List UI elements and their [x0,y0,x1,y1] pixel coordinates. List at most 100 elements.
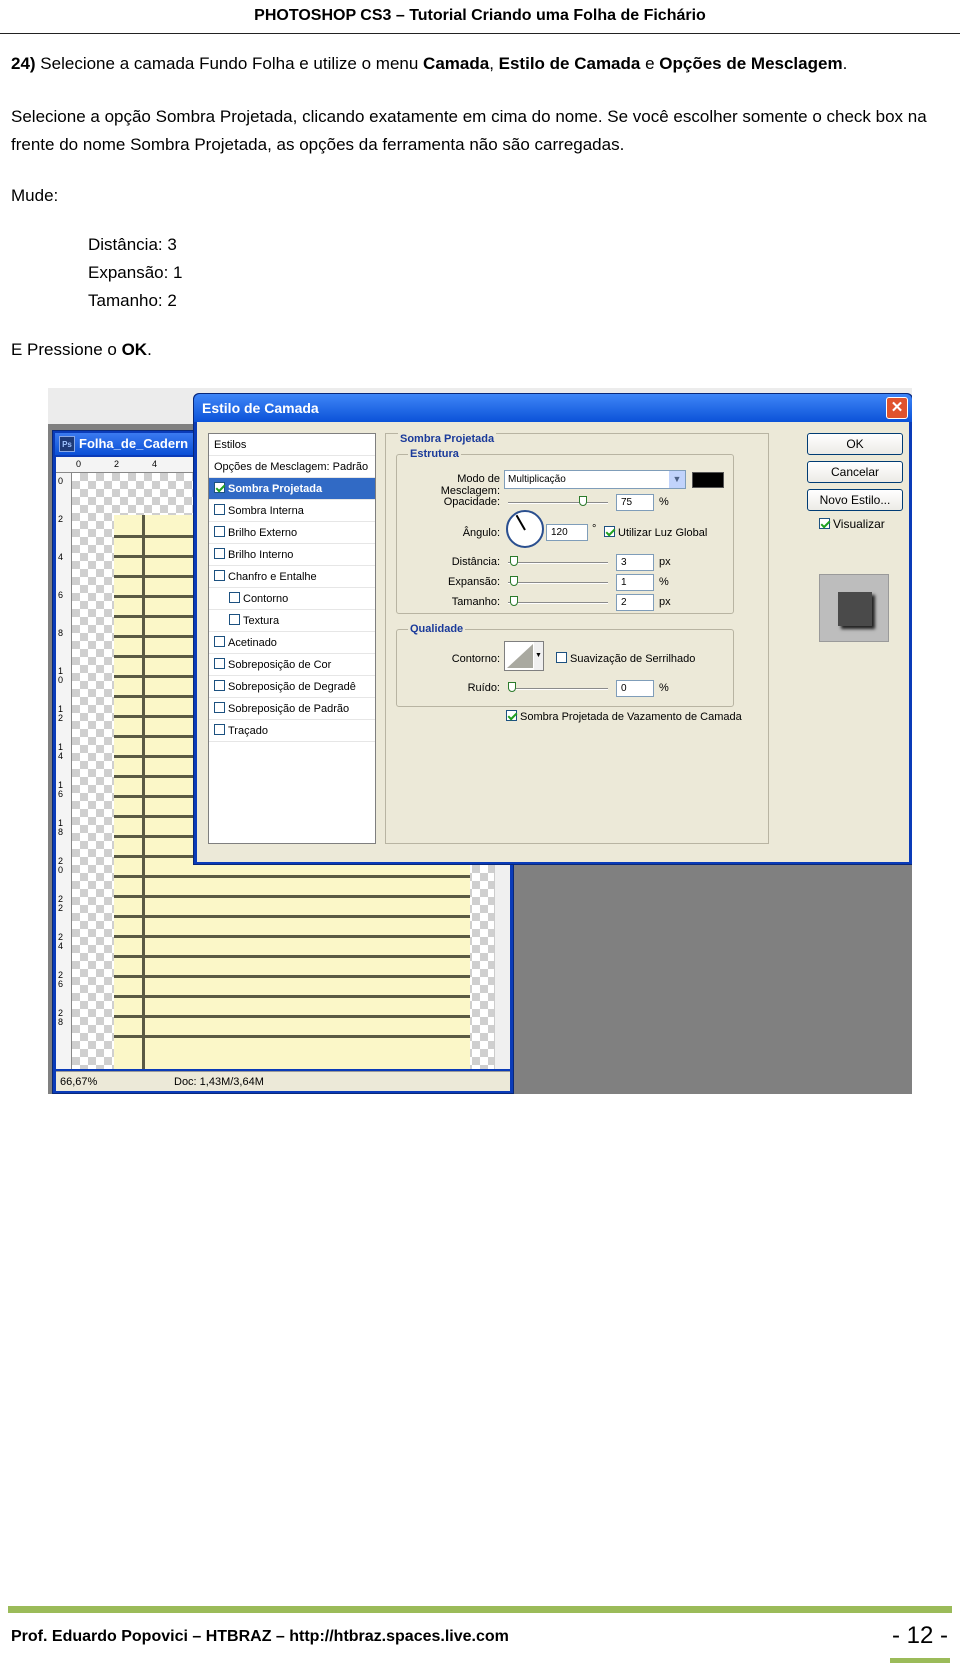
angle-dial[interactable] [506,510,544,548]
step-intro-text: Selecione a camada Fundo Folha e utilize… [35,54,424,73]
style-item-brilho-externo[interactable]: Brilho Externo [209,522,375,544]
style-item-label: Sobreposição de Cor [228,659,332,671]
value-distance: Distância: 3 [88,235,177,254]
style-item-label: Sobreposição de Degradê [228,681,356,693]
size-unit: px [659,596,671,608]
style-item-sombra-interna[interactable]: Sombra Interna [209,500,375,522]
style-item-label: Sobreposição de Padrão [228,703,350,715]
paragraph-instructions: Selecione a opção Sombra Projetada, clic… [11,107,927,154]
spread-slider-knob[interactable] [510,576,518,586]
checkbox-icon [506,710,517,721]
page-number: - 12 - [892,1622,949,1649]
opacity-unit: % [659,496,669,508]
opacity-field[interactable]: 75 [616,494,654,511]
noise-slider[interactable] [508,682,608,692]
knockout-checkbox[interactable]: Sombra Projetada de Vazamento de Camada [506,710,742,723]
drop-shadow-settings: Sombra Projetada Estrutura Modo de Mescl… [385,433,769,844]
checkbox-icon[interactable] [229,614,240,625]
size-slider[interactable] [508,596,608,606]
opacity-slider-knob[interactable] [579,496,587,506]
spread-slider[interactable] [508,576,608,586]
distance-slider[interactable] [508,556,608,566]
dialog-body: Estilos Opções de Mesclagem: Padrão Sombra… [197,422,909,862]
style-item-sobreposicao-de-degrade[interactable]: Sobreposição de Degradê [209,676,375,698]
style-item-chanfro-e-entalhe[interactable]: Chanfro e Entalhe [209,566,375,588]
checkbox-icon[interactable] [214,658,225,669]
style-item-contorno[interactable]: Contorno [209,588,375,610]
angle-dial-hand [515,514,526,531]
document-window-title: Folha_de_Cadern [79,436,189,451]
checkbox-icon[interactable] [214,570,225,581]
quality-title: Qualidade [408,623,466,635]
style-item-tracado[interactable]: Traçado [209,720,375,742]
paper-line [114,895,470,898]
document-size: Doc: 1,43M/3,64M [174,1076,264,1088]
distance-field[interactable]: 3 [616,554,654,571]
close-icon[interactable]: ✕ [886,397,908,419]
distance-label: Distância: [451,556,500,568]
global-light-checkbox[interactable]: Utilizar Luz Global [604,526,707,539]
chevron-down-icon: ▼ [669,471,685,488]
blend-mode-select[interactable]: Multiplicação ▼ [504,470,686,489]
cancel-button[interactable]: Cancelar [807,461,903,483]
noise-field[interactable]: 0 [616,680,654,697]
angle-field[interactable]: 120 [546,524,588,541]
footer-author: Prof. Eduardo Popovici – HTBRAZ – http:/… [11,1628,509,1645]
checkbox-icon[interactable] [214,702,225,713]
page-number-underline [890,1658,950,1663]
ruler-label: 8 [58,628,64,638]
separator-text: , [489,54,499,73]
dialog-titlebar[interactable]: Estilo de Camada ✕ [194,394,912,422]
contour-picker[interactable]: ▼ [504,641,544,671]
size-field[interactable]: 2 [616,594,654,611]
preview-checkbox[interactable]: Visualizar [819,517,885,531]
distance-slider-knob[interactable] [510,556,518,566]
checkbox-icon[interactable] [214,504,225,515]
checkbox-icon [556,652,567,663]
ruler-label: 2 8 [58,1008,64,1027]
ruler-left: 0 2 4 6 8 1 0 1 2 1 4 1 6 1 8 2 0 2 2 2 … [56,473,72,1069]
style-item-opcoes-de-mesclagem-padrao[interactable]: Opções de Mesclagem: Padrão [209,456,375,478]
noise-slider-knob[interactable] [508,682,516,692]
style-item-label: Brilho Interno [228,549,294,561]
zoom-level[interactable]: 66,67% [60,1072,97,1092]
style-item-textura[interactable]: Textura [209,610,375,632]
paper-line [114,875,470,878]
ruler-label: 2 [114,459,120,469]
new-style-button[interactable]: Novo Estilo... [807,489,903,511]
ruler-label: 1 8 [58,818,64,837]
spread-field[interactable]: 1 [616,574,654,591]
photoshop-screenshot: Ps Folha_de_Cadern 0 2 4 0 2 4 6 8 1 0 1… [48,388,912,1094]
style-item-sombra-projetada[interactable]: Sombra Projetada [209,478,375,500]
style-item-sobreposicao-de-padrao[interactable]: Sobreposição de Padrão [209,698,375,720]
checkbox-icon[interactable] [229,592,240,603]
style-item-acetinado[interactable]: Acetinado [209,632,375,654]
checkbox-icon[interactable] [214,548,225,559]
structure-title: Estrutura [408,448,461,460]
photoshop-icon: Ps [59,436,75,452]
ruler-label: 2 4 [58,932,64,951]
press-prefix-text: E Pressione o [11,340,122,359]
checkbox-icon[interactable] [214,526,225,537]
checkbox-icon [819,518,830,529]
checkbox-icon[interactable] [214,724,225,735]
style-item-estilos[interactable]: Estilos [209,434,375,456]
style-preview [819,574,889,642]
style-item-brilho-interno[interactable]: Brilho Interno [209,544,375,566]
spread-label: Expansão: [448,576,500,588]
antialias-checkbox[interactable]: Suavização de Serrilhado [556,652,695,665]
opacity-slider[interactable] [508,496,608,506]
shadow-color-swatch[interactable] [692,472,724,488]
checkbox-icon[interactable] [214,482,225,493]
separator-text: e [640,54,660,73]
checkbox-icon[interactable] [214,636,225,647]
paper-line [114,935,470,938]
checkbox-icon[interactable] [214,680,225,691]
document-status-bar: 66,67% Doc: 1,43M/3,64M [56,1071,510,1091]
ok-button[interactable]: OK [807,433,903,455]
size-slider-knob[interactable] [510,596,518,606]
value-size: Tamanho: 2 [88,291,177,310]
document-header: PHOTOSHOP CS3 – Tutorial Criando uma Fol… [0,0,960,34]
style-item-sobreposicao-de-cor[interactable]: Sobreposição de Cor [209,654,375,676]
paper-line [114,1015,470,1018]
